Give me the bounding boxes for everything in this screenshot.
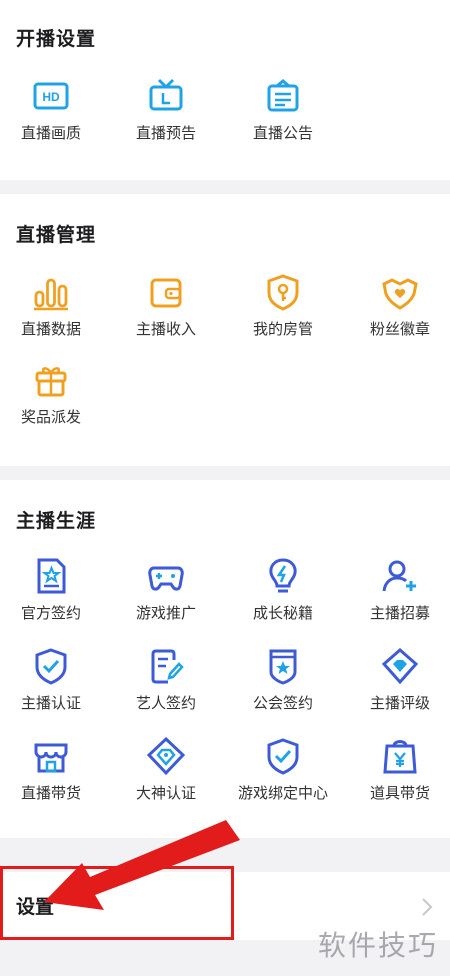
- shield-bind-icon: [263, 736, 303, 776]
- grid-item-label: 公会签约: [252, 694, 313, 712]
- grid-item-fan-badge[interactable]: 粉丝徽章: [345, 272, 450, 352]
- shopping-bag-icon: [380, 736, 420, 776]
- bar-chart-icon: [31, 272, 71, 312]
- grid-item-label: 成长秘籍: [252, 604, 313, 622]
- svg-text:HD: HD: [42, 90, 60, 104]
- grid-item-anchor-recruit[interactable]: 主播招募: [345, 556, 450, 636]
- gamepad-icon: [146, 556, 186, 596]
- grid-item-label: 粉丝徽章: [369, 320, 430, 338]
- grid-item-label: 奖品派发: [20, 408, 81, 426]
- grid-item-anchor-rating[interactable]: 主播评级: [345, 646, 450, 726]
- shield-key-icon: [263, 272, 303, 312]
- section-title-live-management: 直播管理: [16, 224, 97, 246]
- grid-item-prize-distribution[interactable]: 奖品派发: [0, 360, 106, 440]
- grid-item-label: 主播认证: [20, 694, 81, 712]
- grid-item-live-notice[interactable]: 直播公告: [228, 76, 338, 156]
- edit-document-icon: [146, 646, 186, 686]
- grid-item-label: 我的房管: [252, 320, 313, 338]
- shield-check-icon: [31, 646, 71, 686]
- grid-item-label: 直播预告: [135, 124, 196, 142]
- grid-item-label: 直播数据: [20, 320, 81, 338]
- grid-item-game-binding-center[interactable]: 游戏绑定中心: [228, 736, 338, 816]
- section-title-anchor-career: 主播生涯: [16, 510, 97, 532]
- grid-item-label: 直播带货: [20, 784, 81, 802]
- heart-badge-icon: [380, 272, 420, 312]
- grid-item-official-signing[interactable]: 官方签约: [0, 556, 106, 636]
- annotation-highlight-box: [0, 866, 234, 940]
- gift-icon: [31, 360, 71, 400]
- grid-item-label: 直播公告: [252, 124, 313, 142]
- section-title-live-setup: 开播设置: [16, 28, 97, 50]
- god-diamond-icon: [146, 736, 186, 776]
- grid-item-props-commerce[interactable]: 道具带货: [345, 736, 450, 816]
- grid-item-label: 游戏推广: [135, 604, 196, 622]
- grid-item-live-commerce[interactable]: 直播带货: [0, 736, 106, 816]
- live-management-card: 直播管理 直播数据 主播收入 我的房管 粉丝徽章 奖品派发: [0, 194, 450, 466]
- grid-item-label: 直播画质: [20, 124, 81, 142]
- grid-item-game-promotion[interactable]: 游戏推广: [111, 556, 221, 636]
- wallet-icon: [146, 272, 186, 312]
- diamond-badge-icon: [380, 646, 420, 686]
- grid-item-label: 主播招募: [369, 604, 430, 622]
- grid-item-label: 游戏绑定中心: [237, 784, 328, 802]
- grid-item-growth-tips[interactable]: 成长秘籍: [228, 556, 338, 636]
- notice-icon: [263, 76, 303, 116]
- live-setup-card: 开播设置 HD 直播画质 直播预告 直播公告: [0, 0, 450, 180]
- anchor-career-card: 主播生涯 官方签约 游戏推广 成长秘籍 主播招募 主播认证 艺人签约 公会签约 …: [0, 480, 450, 838]
- grid-item-guild-signing[interactable]: 公会签约: [228, 646, 338, 726]
- grid-item-label: 主播收入: [135, 320, 196, 338]
- grid-item-live-data[interactable]: 直播数据: [0, 272, 106, 352]
- grid-item-anchor-verify[interactable]: 主播认证: [0, 646, 106, 726]
- grid-item-label: 大神认证: [135, 784, 196, 802]
- watermark-text: 软件技巧: [318, 929, 439, 962]
- grid-item-god-verify[interactable]: 大神认证: [111, 736, 221, 816]
- certificate-icon: [31, 556, 71, 596]
- grid-item-my-moderators[interactable]: 我的房管: [228, 272, 338, 352]
- grid-item-anchor-income[interactable]: 主播收入: [111, 272, 221, 352]
- grid-item-live-preview[interactable]: 直播预告: [111, 76, 221, 156]
- grid-item-artist-signing[interactable]: 艺人签约: [111, 646, 221, 726]
- chevron-right-icon: [422, 898, 433, 916]
- grid-item-live-quality[interactable]: HD 直播画质: [0, 76, 106, 156]
- hd-icon: HD: [31, 76, 71, 116]
- tv-icon: [146, 76, 186, 116]
- lightbulb-icon: [263, 556, 303, 596]
- guild-star-icon: [263, 646, 303, 686]
- add-user-icon: [380, 556, 420, 596]
- shop-icon: [31, 736, 71, 776]
- grid-item-label: 艺人签约: [135, 694, 196, 712]
- grid-item-label: 主播评级: [369, 694, 430, 712]
- grid-item-label: 道具带货: [369, 784, 430, 802]
- grid-item-label: 官方签约: [20, 604, 81, 622]
